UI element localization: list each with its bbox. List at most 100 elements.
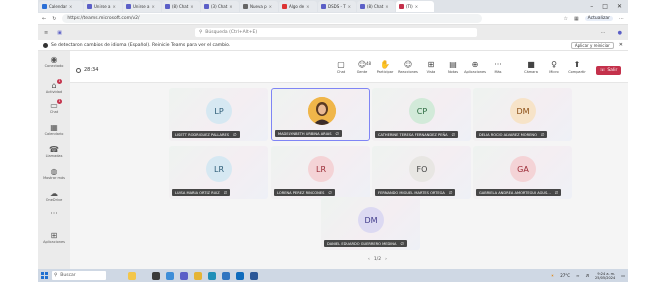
restart-button[interactable]: Aplicar y reiniciar [570, 41, 614, 49]
grid-menu-icon[interactable]: ≡ [44, 30, 48, 36]
word-icon[interactable] [250, 271, 258, 280]
tab-close-icon[interactable]: × [306, 4, 309, 9]
rail-item[interactable]: ⌂ 1 Actividad [38, 79, 70, 94]
volume-icon[interactable]: ♬ [585, 273, 589, 278]
browser-tab-strip: Calendar × Unirse a × Unirse a × (8) Chat × (3) … [38, 0, 628, 13]
edge-icon[interactable] [208, 271, 216, 280]
minimize-icon[interactable]: – [590, 3, 593, 10]
bell-icon: ⌂ 1 [51, 79, 62, 90]
participant-tile[interactable]: LR LUISA MARIA ORTIZ RUIZ ∅ [169, 146, 268, 199]
muted-mic-icon: ∅ [554, 190, 559, 195]
browser-tab[interactable]: (8) Chat × [162, 1, 200, 12]
phone-hangup-icon: ☏ [599, 68, 606, 73]
extensions-icon[interactable]: ▦ [574, 16, 579, 22]
profile-avatar-icon[interactable]: ● [618, 30, 622, 36]
next-page-icon[interactable]: › [385, 257, 387, 262]
browser-tab[interactable]: (8) Chat × [357, 1, 395, 12]
browser-tab[interactable]: DSDS - T × [318, 1, 356, 12]
browser-tab[interactable]: Calendar × [39, 1, 83, 12]
close-banner-icon[interactable]: ✕ [619, 42, 623, 48]
clock[interactable]: 9:24 a. m. 25/05/2024 [595, 272, 615, 280]
video-stage: ‹ 1/2 › LP LISETT RODRIGUEZ PALLARES ∅ MADE… [70, 83, 628, 269]
teams-app-icon[interactable] [180, 271, 188, 280]
browser-tab[interactable]: (TI) × [396, 1, 434, 12]
update-button[interactable]: Actualizar [584, 16, 613, 21]
tab-close-icon[interactable]: × [229, 4, 232, 9]
reload-icon[interactable]: ↻ [52, 16, 56, 22]
rail-item[interactable]: ▭ 1 Chat [38, 99, 70, 114]
search-placeholder: Búsqueda (Ctrl+Alt+E) [205, 30, 258, 35]
participant-nameplate: CATHERINE TERESA FERNANDEZ PEÑA ∅ [375, 131, 459, 138]
muted-mic-icon: ∅ [335, 131, 339, 136]
more-options-icon[interactable]: ⋯ [601, 30, 606, 36]
file-explorer-icon[interactable] [194, 271, 202, 280]
browser-tab[interactable]: Algo de × [279, 1, 317, 12]
tab-close-icon[interactable]: × [190, 4, 193, 9]
apps-icon: ⊞ [50, 231, 58, 240]
browser-tab[interactable]: Nueva p × [240, 1, 278, 12]
rail-item-label: Calendario [44, 132, 64, 136]
notifications-icon[interactable]: ▭ [621, 273, 625, 278]
tab-label: (8) Chat [367, 4, 384, 9]
weather-text: 27°C [560, 273, 571, 278]
notification-badge: 1 [57, 79, 62, 84]
participant-nameplate: DELIA ROCIO ALVAREZ MORENO ∅ [476, 131, 548, 138]
notification-badge: 1 [57, 99, 62, 104]
wifi-icon[interactable]: ≈ [576, 273, 579, 278]
participant-name: MADELYNBETH URBINA ARIAS [278, 131, 332, 136]
meeting-control[interactable]: ⬆ Compartir [562, 60, 592, 74]
rail-item[interactable]: ☁ OneDrive [38, 189, 70, 202]
participant-tile[interactable]: LP LISETT RODRIGUEZ PALLARES ∅ [169, 88, 268, 141]
tab-close-icon[interactable]: × [348, 4, 351, 9]
participant-tile[interactable]: FO FERNANDO MIGUEL MARTES ORTEGA ∅ [372, 146, 471, 199]
widgets-icon[interactable] [128, 271, 136, 280]
tab-favicon-icon [282, 4, 287, 9]
rail-item[interactable]: ⊞ Aplicaciones [38, 231, 70, 244]
pager: ‹ 1/2 › [368, 257, 387, 262]
task-view-icon[interactable] [152, 271, 160, 280]
browser-tab[interactable]: Unirse a × [123, 1, 161, 12]
tab-close-icon[interactable]: × [152, 4, 155, 9]
tab-close-icon[interactable]: × [269, 4, 272, 9]
muted-mic-icon: ∅ [328, 190, 332, 195]
prev-page-icon[interactable]: ‹ [368, 257, 370, 262]
rail-item[interactable]: ☎ Llamadas [38, 145, 70, 158]
tab-close-icon[interactable]: × [385, 4, 388, 9]
chrome-icon[interactable] [166, 271, 174, 280]
emoji-icon: ☺ [403, 60, 413, 69]
rail-item[interactable]: ▦ Calendario [38, 123, 70, 136]
leave-button[interactable]: ☏ Salir [596, 66, 621, 75]
tab-label: Algo de [289, 4, 305, 9]
rail-item[interactable]: ◉ Conectado [38, 55, 70, 68]
menu-icon[interactable]: ⋯ [619, 16, 624, 22]
url-text: https://teams.microsoft.com/v2/ [67, 16, 140, 21]
maximize-icon[interactable]: □ [602, 3, 608, 10]
tab-label: Unirse a [133, 4, 150, 9]
tab-close-icon[interactable]: × [69, 4, 72, 9]
participant-tile[interactable]: DM DELIA ROCIO ALVAREZ MORENO ∅ [473, 88, 572, 141]
tab-close-icon[interactable]: × [113, 4, 116, 9]
info-icon [43, 42, 48, 48]
close-icon[interactable]: ✕ [617, 3, 622, 10]
participant-tile[interactable]: DM DANIEL EDUARDO GUERRERO MEDINA ∅ [321, 197, 420, 250]
tab-favicon-icon [165, 4, 170, 9]
outlook-icon[interactable] [236, 271, 244, 280]
windows-start-icon[interactable] [41, 272, 48, 279]
participant-tile[interactable]: GA GABRIELA ANDREA AMORTEGUI AGUS... ∅ [473, 146, 572, 199]
browser-tab[interactable]: Unirse a × [84, 1, 122, 12]
participant-tile[interactable]: CP CATHERINE TERESA FERNANDEZ PEÑA ∅ [372, 88, 471, 141]
star-icon[interactable]: ☆ [563, 16, 567, 22]
tab-label: Unirse a [94, 4, 111, 9]
back-icon[interactable]: ← [42, 16, 46, 22]
url-field[interactable]: https://teams.microsoft.com/v2/ [62, 14, 483, 23]
rail-item[interactable]: ··· [38, 209, 70, 218]
tab-close-icon[interactable]: × [415, 4, 418, 9]
participant-tile[interactable]: LR LORENA PEREZ RINCONES ∅ [271, 146, 370, 199]
meeting-control[interactable]: ··· Más [483, 60, 513, 74]
participant-tile[interactable]: MADELYNBETH URBINA ARIAS ∅ [271, 88, 370, 141]
browser-tab[interactable]: (3) Chat × [201, 1, 239, 12]
taskbar-search[interactable]: ⚲ Buscar [52, 271, 106, 280]
search-box[interactable]: ⚲ Búsqueda (Ctrl+Alt+E) [195, 28, 477, 37]
store-icon[interactable] [222, 271, 230, 280]
rail-item[interactable]: ◍ Mostrar más [38, 167, 70, 180]
